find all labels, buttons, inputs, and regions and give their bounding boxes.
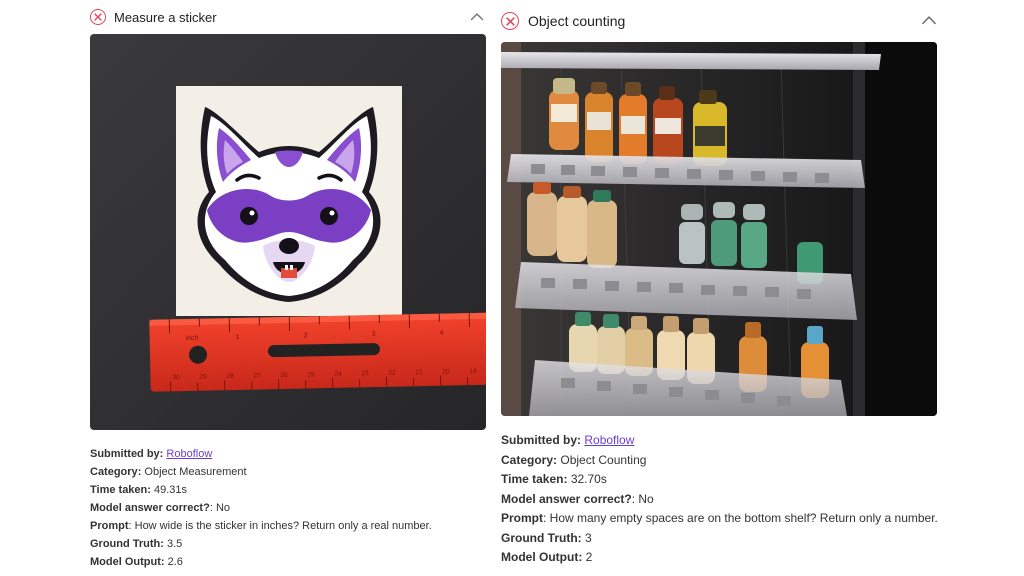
submitter-link[interactable]: Roboflow [166, 448, 212, 460]
ruler-unit: inch [186, 335, 199, 342]
category-row: Category: Object Measurement [90, 466, 247, 478]
prompt-row: Prompt: How many empty spaces are on the… [501, 511, 938, 525]
ground-truth-row: Ground Truth: 3.5 [90, 538, 183, 550]
category-row: Category: Object Counting [501, 452, 647, 467]
ruler-cm: 28 [226, 373, 234, 380]
chevron-up-icon[interactable] [470, 8, 484, 26]
time-row: Time taken: 49.31s [90, 484, 188, 496]
correct-row: Model answer correct?: No [501, 491, 654, 506]
chevron-up-icon[interactable] [921, 12, 937, 30]
card-header[interactable]: Measure a sticker [90, 0, 486, 34]
ruler-number: 3 [372, 331, 376, 338]
submitter-link[interactable]: Roboflow [584, 433, 634, 447]
ruler-cm: 26 [280, 372, 288, 379]
result-card-measure-sticker: Measure a sticker inch 1 2 3 4 30 29 28 … [90, 0, 486, 571]
submitted-by-row: Submitted by: Roboflow [90, 448, 213, 460]
time-row: Time taken: 32.70s [501, 472, 607, 486]
ruler-cm: 30 [172, 374, 180, 381]
fridge-photo [501, 42, 937, 416]
card-title: Object counting [528, 13, 626, 29]
correct-row: Model answer correct?: No [90, 502, 231, 514]
ruler-number: 1 [236, 334, 240, 341]
x-circle-icon [501, 12, 519, 30]
ruler-cm: 22 [388, 370, 396, 377]
ruler-cm: 27 [253, 372, 261, 379]
result-details: Submitted by: Roboflow Category: Object … [90, 445, 486, 571]
ruler-number: 2 [304, 332, 308, 339]
prompt-row: Prompt: How wide is the sticker in inche… [90, 520, 432, 532]
ruler-cm: 24 [334, 371, 342, 378]
ground-truth-row: Ground Truth: 3 [501, 530, 592, 545]
ruler-cm: 25 [307, 371, 315, 378]
submitted-by-row: Submitted by: Roboflow [501, 433, 635, 447]
ruler-cm: 21 [415, 369, 423, 376]
result-details: Submitted by: Roboflow Category: Object … [501, 431, 938, 568]
ruler-cm: 19 [469, 368, 477, 375]
ruler-number: 4 [440, 330, 444, 337]
sticker-photo: inch 1 2 3 4 30 29 28 27 26 25 24 23 22 … [90, 34, 486, 430]
ruler-cm: 20 [442, 368, 450, 375]
card-header[interactable]: Object counting [501, 0, 937, 42]
ruler-cm: 23 [361, 370, 369, 377]
model-output-row: Model Output: 2 [501, 550, 593, 564]
result-card-object-counting: Object counting Submitted by: Roboflow C… [501, 0, 938, 568]
ruler: inch 1 2 3 4 30 29 28 27 26 25 24 23 22 … [149, 312, 486, 392]
card-title: Measure a sticker [114, 9, 217, 25]
model-output-row: Model Output: 2.6 [90, 556, 183, 568]
x-circle-icon [90, 9, 106, 25]
ruler-cm: 29 [199, 374, 207, 381]
